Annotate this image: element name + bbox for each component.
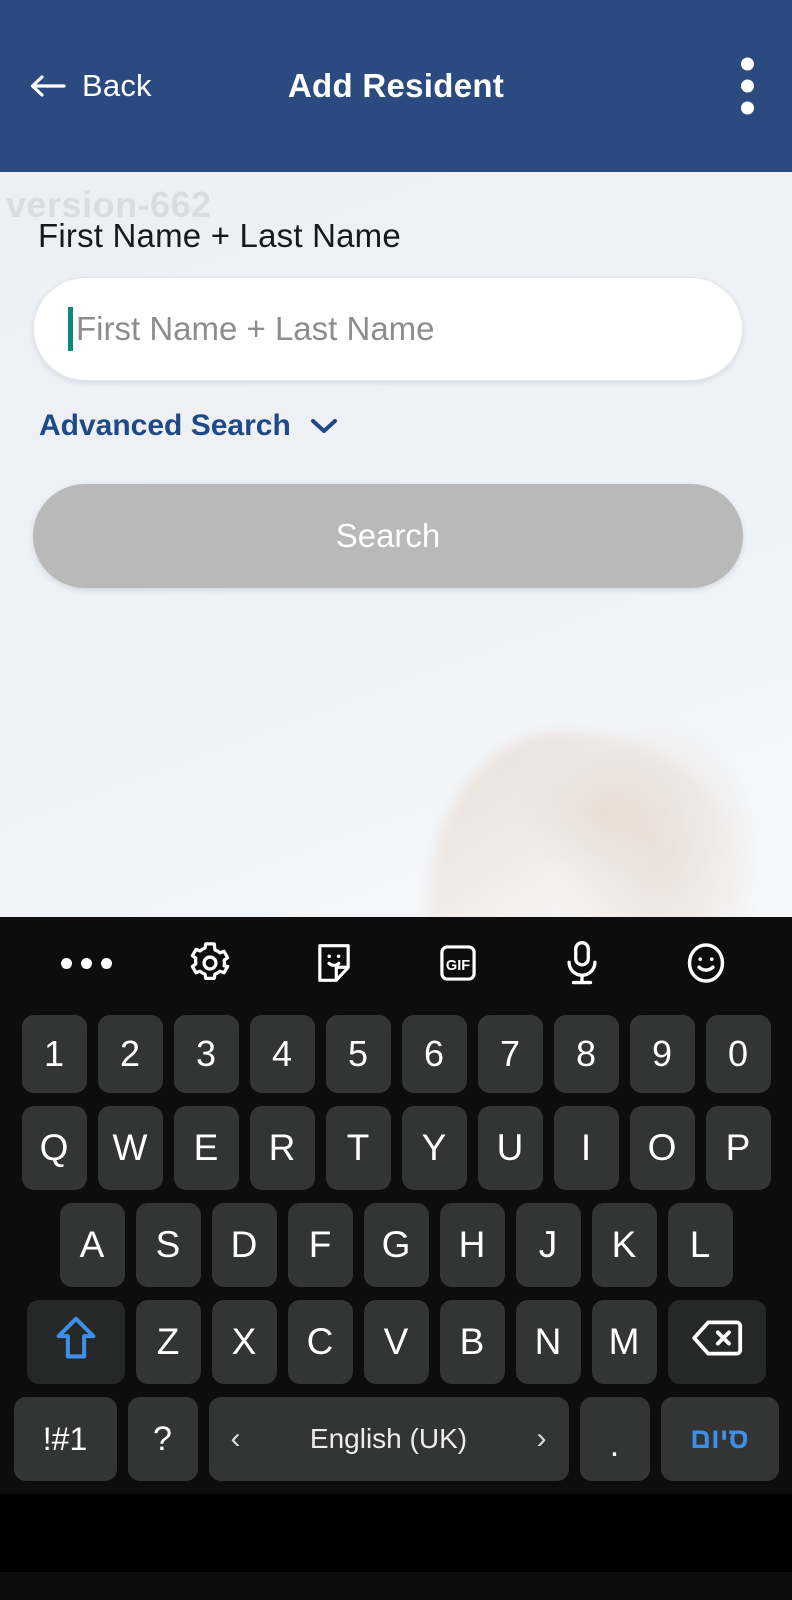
emoji-icon[interactable]	[644, 917, 768, 1009]
key-3[interactable]: 3	[173, 1015, 239, 1093]
keyboard-rows: 1 2 3 4 5 6 7 8 9 0 Q W E R T Y U I O P …	[0, 1009, 792, 1481]
done-key[interactable]: סיום	[660, 1397, 779, 1481]
key-1[interactable]: 1	[21, 1015, 87, 1093]
key-m[interactable]: M	[591, 1300, 657, 1384]
space-key[interactable]: ‹ English (UK) ›	[208, 1397, 569, 1481]
toolbar-dot	[100, 957, 112, 969]
key-s[interactable]: S	[135, 1203, 201, 1287]
overflow-dot	[741, 57, 754, 71]
key-g[interactable]: G	[363, 1203, 429, 1287]
symbols-key[interactable]: !#1	[13, 1397, 117, 1481]
chevron-down-icon	[309, 417, 339, 435]
key-e[interactable]: E	[173, 1106, 239, 1190]
more-vertical-icon[interactable]	[733, 50, 762, 123]
next-language-icon[interactable]: ›	[536, 1424, 546, 1454]
system-navigation-bar	[0, 1494, 792, 1572]
backspace-icon	[691, 1318, 743, 1367]
key-j[interactable]: J	[515, 1203, 581, 1287]
shift-key[interactable]	[26, 1300, 125, 1384]
svg-text:GIF: GIF	[446, 958, 470, 974]
app-header: Back Add Resident	[0, 0, 792, 172]
keyboard-row-bottom: Z X C V B N M	[0, 1300, 792, 1384]
key-6[interactable]: 6	[401, 1015, 467, 1093]
key-h[interactable]: H	[439, 1203, 505, 1287]
key-y[interactable]: Y	[401, 1106, 467, 1190]
more-options-icon[interactable]	[24, 917, 148, 1009]
key-4[interactable]: 4	[249, 1015, 315, 1093]
key-5[interactable]: 5	[325, 1015, 391, 1093]
key-o[interactable]: O	[629, 1106, 695, 1190]
key-i[interactable]: I	[553, 1106, 619, 1190]
search-button[interactable]: Search	[33, 484, 743, 588]
overflow-dot	[741, 79, 754, 93]
key-n[interactable]: N	[515, 1300, 581, 1384]
text-caret	[68, 307, 73, 351]
key-b[interactable]: B	[439, 1300, 505, 1384]
key-p[interactable]: P	[705, 1106, 771, 1190]
key-d[interactable]: D	[211, 1203, 277, 1287]
toolbar-dot	[60, 957, 72, 969]
period-key[interactable]: .	[579, 1397, 650, 1481]
key-u[interactable]: U	[477, 1106, 543, 1190]
key-x[interactable]: X	[211, 1300, 277, 1384]
advanced-search-label: Advanced Search	[39, 409, 291, 442]
keyboard-row-functions: !#1 ? ‹ English (UK) › . סיום	[0, 1397, 792, 1481]
keyboard-language-label: English (UK)	[309, 1423, 468, 1454]
gif-icon[interactable]: GIF	[396, 917, 520, 1009]
keyboard-toolbar: GIF	[0, 917, 792, 1009]
key-2[interactable]: 2	[97, 1015, 163, 1093]
backspace-key[interactable]	[667, 1300, 766, 1384]
overflow-dot	[741, 101, 754, 115]
key-k[interactable]: K	[591, 1203, 657, 1287]
name-search-field[interactable]	[33, 277, 743, 381]
arrow-left-icon	[28, 71, 66, 101]
keyboard-row-top: Q W E R T Y U I O P	[0, 1106, 792, 1190]
key-r[interactable]: R	[249, 1106, 315, 1190]
key-l[interactable]: L	[667, 1203, 733, 1287]
screen-root: Back Add Resident version-662 First Name…	[0, 0, 792, 1600]
virtual-keyboard: GIF 1 2 3 4 5 6 7 8 9 0 Q W E R T Y U I …	[0, 917, 792, 1600]
question-mark-key[interactable]: ?	[127, 1397, 198, 1481]
keyboard-row-home: A S D F G H J K L	[0, 1203, 792, 1287]
key-9[interactable]: 9	[629, 1015, 695, 1093]
key-a[interactable]: A	[59, 1203, 125, 1287]
key-z[interactable]: Z	[135, 1300, 201, 1384]
key-f[interactable]: F	[287, 1203, 353, 1287]
sticker-icon[interactable]	[272, 917, 396, 1009]
name-field-label: First Name + Last Name	[38, 217, 401, 254]
prev-language-icon[interactable]: ‹	[231, 1424, 241, 1454]
search-input[interactable]	[76, 310, 708, 348]
key-q[interactable]: Q	[21, 1106, 87, 1190]
key-w[interactable]: W	[97, 1106, 163, 1190]
advanced-search-toggle[interactable]: Advanced Search	[39, 409, 339, 443]
key-0[interactable]: 0	[705, 1015, 771, 1093]
microphone-icon[interactable]	[520, 917, 644, 1009]
key-t[interactable]: T	[325, 1106, 391, 1190]
main-content: version-662 First Name + Last Name Advan…	[0, 172, 792, 917]
back-button[interactable]: Back	[28, 68, 152, 104]
background-hand-shape	[430, 732, 730, 917]
back-label: Back	[82, 68, 152, 103]
gear-icon[interactable]	[148, 917, 272, 1009]
shift-up-arrow-icon	[53, 1314, 99, 1371]
keyboard-row-numbers: 1 2 3 4 5 6 7 8 9 0	[0, 1015, 792, 1093]
key-v[interactable]: V	[363, 1300, 429, 1384]
key-c[interactable]: C	[287, 1300, 353, 1384]
key-7[interactable]: 7	[477, 1015, 543, 1093]
toolbar-dot	[80, 957, 92, 969]
key-8[interactable]: 8	[553, 1015, 619, 1093]
